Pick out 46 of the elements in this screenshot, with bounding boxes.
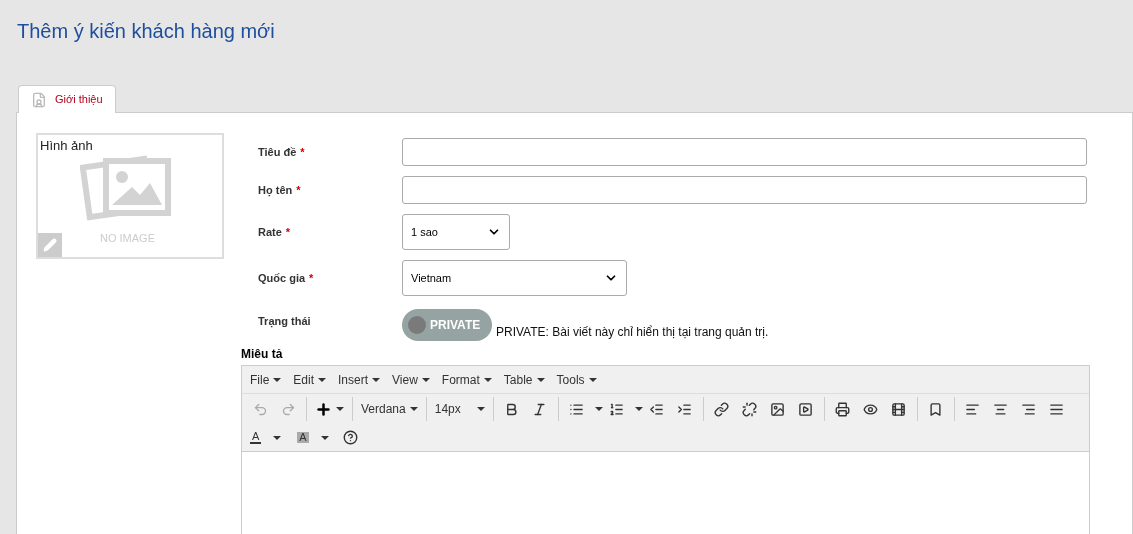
size-dropdown[interactable]: 14px — [430, 400, 489, 418]
field-label: Trạng thái — [258, 314, 311, 330]
menu-item[interactable]: View — [392, 370, 430, 389]
text-color-button[interactable]: A — [250, 431, 262, 444]
caret-icon — [476, 407, 485, 411]
font-dropdown[interactable]: Verdana — [357, 400, 422, 418]
field-label: Rate — [258, 224, 282, 240]
caret-icon — [594, 407, 603, 411]
menu-item[interactable]: Edit — [293, 370, 327, 389]
menu-item[interactable]: Tools — [556, 370, 597, 389]
highlight-button[interactable]: A — [297, 432, 309, 443]
field-label: Quốc gia — [258, 270, 306, 286]
caret-icon — [634, 407, 643, 411]
caret-icon — [336, 407, 344, 411]
document-icon — [31, 91, 47, 108]
menu-item[interactable]: Insert — [338, 370, 381, 389]
caret-icon — [273, 435, 282, 440]
required-mark: * — [296, 182, 301, 198]
caret-icon — [421, 377, 430, 382]
caret-icon — [588, 377, 597, 382]
caret-icon — [372, 377, 381, 382]
field-label: Tiêu đề — [258, 144, 297, 160]
caret-icon — [273, 377, 282, 382]
select-field[interactable]: Vietnam — [402, 260, 627, 296]
status-note: PRIVATE: Bài viết này chỉ hiển thị tại trang quản trị. — [496, 324, 769, 341]
plus-icon — [315, 400, 332, 418]
required-mark: * — [285, 224, 291, 240]
caret-icon — [409, 407, 418, 411]
caret-icon — [483, 377, 492, 382]
menu-item[interactable]: Format — [441, 370, 492, 389]
select-field[interactable]: 1 sao — [402, 214, 510, 250]
required-mark: * — [300, 144, 305, 160]
page-title: Thêm ý kiến khách hàng mới — [16, 19, 276, 44]
menu-item[interactable]: Table — [503, 370, 545, 389]
caret-icon — [318, 377, 327, 382]
text-field[interactable] — [402, 176, 1087, 204]
description-label: Miêu tả — [241, 346, 284, 363]
caret-icon — [536, 377, 545, 382]
image-alt-text: Hình ảnh — [40, 137, 93, 155]
required-mark: * — [309, 270, 314, 286]
pencil-icon — [43, 238, 57, 252]
tab[interactable]: Giới thiệu — [18, 85, 116, 113]
text-field[interactable] — [402, 138, 1087, 166]
caret-icon — [320, 435, 329, 440]
field-label: Họ tên — [258, 182, 293, 199]
menu-item[interactable]: File — [250, 370, 282, 389]
